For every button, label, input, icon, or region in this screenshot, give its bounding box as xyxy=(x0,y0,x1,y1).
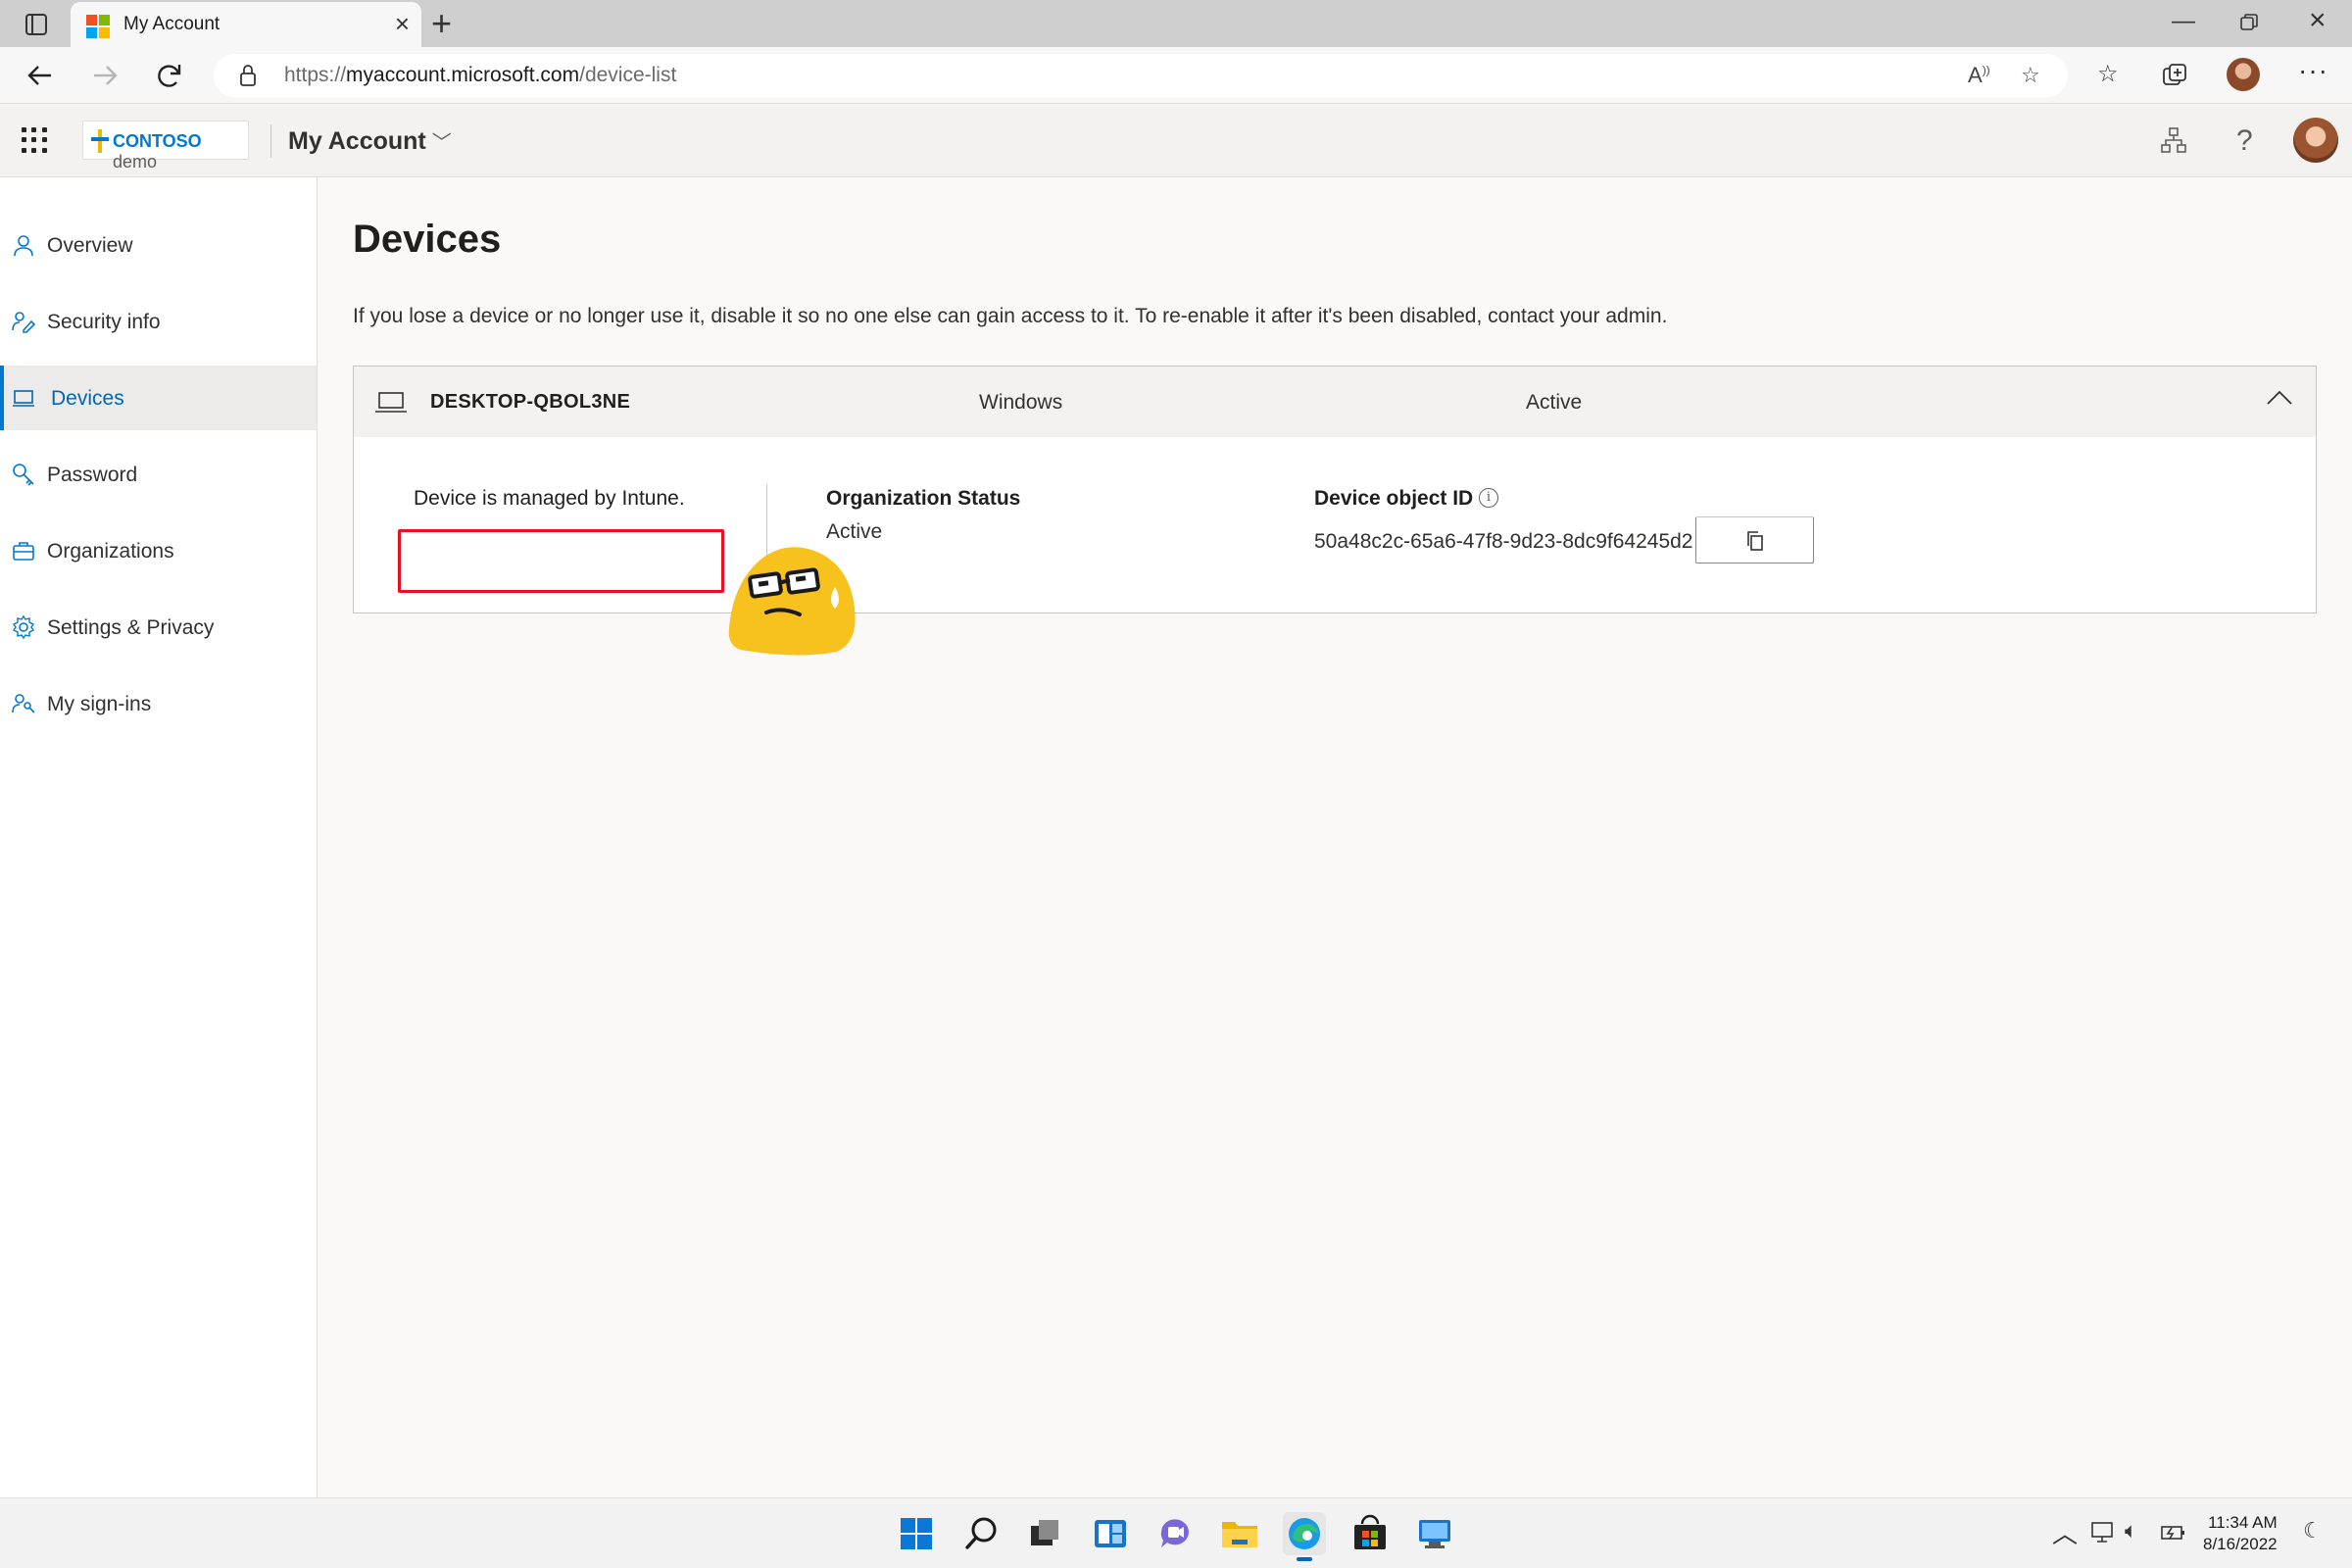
org-status-value: Active xyxy=(826,520,883,543)
new-tab-button[interactable]: + xyxy=(431,4,452,43)
app-header: CONTOSO demo My Account ﹀ ? xyxy=(0,105,2352,177)
show-hidden-icons-icon[interactable]: ︿ xyxy=(2052,1514,2078,1550)
app-name: My Account xyxy=(288,127,426,155)
device-status: Active xyxy=(1526,391,1583,414)
tab-title: My Account xyxy=(123,14,220,34)
device-name: DESKTOP-QBOL3NE xyxy=(430,391,631,413)
device-os: Windows xyxy=(979,391,1063,414)
sidebar-item-label: Devices xyxy=(51,387,124,410)
network-icon[interactable] xyxy=(2091,1522,2117,1544)
brand-name: CONTOSO xyxy=(113,131,202,151)
browser-tab[interactable]: My Account × xyxy=(71,2,421,47)
nervous-emoji-icon xyxy=(728,547,856,656)
forward-icon xyxy=(94,66,118,85)
managed-by-text: Device is managed by Intune. xyxy=(414,487,685,510)
collections-icon[interactable] xyxy=(2162,63,2189,88)
sidebar-item-password[interactable]: Password xyxy=(0,442,317,507)
lock-icon[interactable] xyxy=(239,64,257,87)
person-icon xyxy=(14,235,33,257)
gear-icon xyxy=(12,615,35,639)
chevron-down-icon: ﹀ xyxy=(431,132,452,154)
remote-desktop-icon[interactable] xyxy=(1413,1512,1456,1555)
sidebar-item-label: Security info xyxy=(47,311,161,333)
org-status-label: Organization Status xyxy=(826,487,1021,510)
page-title: Devices xyxy=(353,218,502,261)
microsoft-logo-icon xyxy=(86,15,110,38)
chevron-up-icon[interactable] xyxy=(2267,390,2292,406)
app-launcher-icon[interactable] xyxy=(22,127,47,153)
info-icon[interactable]: i xyxy=(1479,488,1498,508)
chat-icon[interactable] xyxy=(1153,1512,1197,1555)
object-id-label: Device object ID xyxy=(1314,487,1474,510)
key-icon xyxy=(13,464,34,486)
focus-assist-icon[interactable]: ☾ xyxy=(2303,1518,2323,1544)
close-tab-icon[interactable]: × xyxy=(395,11,410,36)
file-explorer-icon[interactable] xyxy=(1218,1512,1261,1555)
edge-taskbar-button[interactable] xyxy=(1283,1512,1326,1561)
sidebar-item-overview[interactable]: Overview xyxy=(0,213,317,277)
copy-icon xyxy=(1747,531,1763,551)
minimize-icon[interactable]: — xyxy=(2172,8,2195,35)
tab-actions-icon[interactable] xyxy=(20,12,53,37)
sidebar-item-my-sign-ins[interactable]: My sign-ins xyxy=(0,671,317,736)
refresh-icon[interactable] xyxy=(155,61,184,90)
sign-ins-icon xyxy=(12,694,35,713)
battery-icon[interactable] xyxy=(2160,1522,2187,1544)
volume-icon[interactable]: 🔈︎ xyxy=(2125,1518,2137,1544)
sidebar-item-devices[interactable]: Devices xyxy=(0,366,317,430)
widgets-icon[interactable] xyxy=(1089,1512,1132,1555)
sidebar-item-organizations[interactable]: Organizations xyxy=(0,518,317,583)
edge-icon xyxy=(1289,1518,1320,1549)
sidebar-item-label: Settings & Privacy xyxy=(47,616,215,639)
brand-suffix: demo xyxy=(113,152,158,172)
task-view-icon[interactable] xyxy=(1023,1512,1066,1555)
user-avatar[interactable] xyxy=(2293,118,2338,163)
laptop-icon xyxy=(375,392,407,413)
security-info-icon xyxy=(12,312,35,333)
page-description: If you lose a device or no longer use it… xyxy=(353,305,1668,327)
organization-icon[interactable] xyxy=(2160,126,2187,154)
url-field[interactable]: https://myaccount.microsoft.com/device-l… xyxy=(214,54,2068,97)
search-icon[interactable] xyxy=(960,1512,1004,1555)
favorites-icon[interactable]: ☆ xyxy=(2097,60,2119,88)
sidebar-item-security-info[interactable]: Security info xyxy=(0,289,317,354)
device-card-header[interactable]: DESKTOP-QBOL3NE Windows Active xyxy=(354,367,2316,437)
close-window-icon[interactable]: × xyxy=(2309,4,2327,37)
device-card: DESKTOP-QBOL3NE Windows Active Device is… xyxy=(353,366,2317,613)
read-aloud-icon[interactable]: A)) xyxy=(1968,63,1990,88)
app-switcher[interactable]: My Account ﹀ xyxy=(288,126,452,156)
browser-tab-bar: My Account × + — × xyxy=(0,0,2352,47)
sidebar: Overview Security info Devices Password … xyxy=(0,177,318,1497)
url-text: https://myaccount.microsoft.com/device-l… xyxy=(284,64,677,86)
sidebar-item-label: Organizations xyxy=(47,540,174,563)
back-icon[interactable] xyxy=(25,61,55,90)
brand-logo[interactable]: CONTOSO demo xyxy=(82,121,249,172)
highlight-box xyxy=(398,529,724,593)
system-clock[interactable]: 11:34 AM 8/16/2022 xyxy=(2203,1512,2278,1555)
copy-button[interactable] xyxy=(1695,516,1814,564)
laptop-icon xyxy=(13,390,34,407)
clock-time: 11:34 AM xyxy=(2208,1513,2278,1532)
taskbar: ︿ 🔈︎ 11:34 AM 8/16/2022 ☾ xyxy=(0,1497,2352,1568)
briefcase-icon xyxy=(13,542,34,561)
store-icon[interactable] xyxy=(1348,1512,1392,1555)
contoso-logo-icon xyxy=(91,129,109,153)
sidebar-item-label: Password xyxy=(47,464,138,486)
more-options-icon[interactable]: ··· xyxy=(2298,55,2328,86)
header-divider xyxy=(270,124,271,158)
add-favorite-icon[interactable]: ☆ xyxy=(2021,63,2040,88)
active-indicator xyxy=(1297,1557,1312,1561)
start-icon[interactable] xyxy=(895,1512,938,1555)
sidebar-item-label: My sign-ins xyxy=(47,693,152,715)
sidebar-item-settings-privacy[interactable]: Settings & Privacy xyxy=(0,595,317,660)
help-icon[interactable]: ? xyxy=(2236,124,2253,158)
restore-icon[interactable] xyxy=(2240,14,2258,31)
browser-profile-avatar[interactable] xyxy=(2227,58,2260,91)
browser-address-bar: https://myaccount.microsoft.com/device-l… xyxy=(0,47,2352,104)
clock-date: 8/16/2022 xyxy=(2203,1535,2278,1553)
object-id-value: 50a48c2c-65a6-47f8-9d23-8dc9f64245d2 xyxy=(1314,530,1693,553)
sidebar-item-label: Overview xyxy=(47,234,133,257)
